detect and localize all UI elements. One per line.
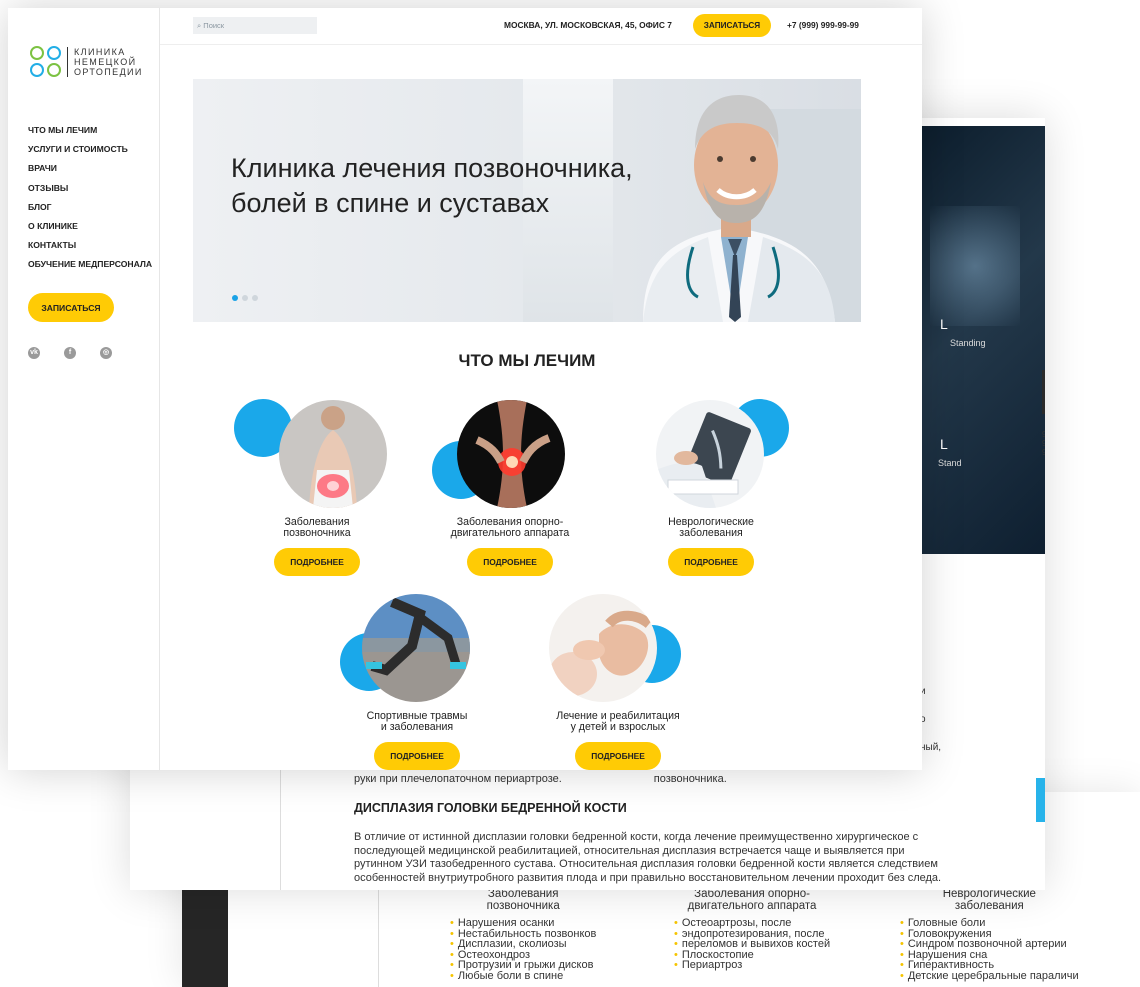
- back-column-title: Заболевания позвоночника: [486, 888, 560, 912]
- card-image: [457, 400, 565, 508]
- card-label: Заболевания позвоночника: [283, 516, 351, 539]
- partial-text: и о ный,: [920, 686, 942, 753]
- list-item: Любые боли в спине: [450, 971, 596, 982]
- blue-circle-decoration: [1036, 778, 1045, 822]
- slider-dot[interactable]: [252, 295, 258, 301]
- card-image: [279, 400, 387, 508]
- list-item: Остеоартрозы, после: [674, 918, 830, 929]
- nav-item-about[interactable]: О КЛИНИКЕ: [28, 217, 152, 236]
- clinic-logo[interactable]: КЛИНИКА НЕМЕЦКОЙ ОРТОПЕДИИ: [30, 46, 143, 77]
- slider-dots: [232, 295, 258, 301]
- vk-icon[interactable]: vk: [28, 347, 40, 359]
- search-input[interactable]: ⌕ Поиск: [193, 17, 317, 34]
- card-neurology: Неврологические заболевания ПОДРОБНЕЕ: [626, 399, 796, 576]
- list-item: Детские церебральные параличи: [900, 971, 1079, 982]
- header-signup-button[interactable]: ЗАПИСАТЬСЯ: [693, 14, 771, 37]
- back-column-title: Заболевания опорно-двигательного аппарат…: [687, 888, 817, 912]
- article-content: руки при плечелопаточном периартрозе. поз…: [354, 773, 954, 885]
- list-item: Головные боли: [900, 918, 1079, 929]
- card-label: Заболевания опорно-двигательного аппарат…: [450, 516, 570, 539]
- card-musculoskeletal: Заболевания опорно-двигательного аппарат…: [425, 399, 595, 576]
- dark-header-bar: [1042, 370, 1045, 414]
- nav-item-what-we-treat[interactable]: ЧТО МЫ ЛЕЧИМ: [28, 121, 152, 140]
- phone-number-partial: 999-99-99: [1042, 430, 1045, 457]
- cut-off-text: руки при плечелопаточном периартрозе. поз…: [354, 773, 727, 785]
- nav-item-staff-training[interactable]: ОБУЧЕНИЕ МЕДПЕРСОНАЛА: [28, 255, 152, 274]
- list-item: Нарушения осанки: [450, 918, 596, 929]
- card-label: Неврологические заболевания: [668, 516, 754, 539]
- back-column-neurology: Неврологическиезаболевания Головные боли…: [900, 888, 1079, 982]
- list-item: Периартроз: [674, 960, 830, 971]
- more-button[interactable]: ПОДРОБНЕЕ: [668, 548, 754, 576]
- card-rehabilitation: Лечение и реабилитация у детей и взрослых…: [533, 593, 703, 770]
- sidebar-signup-button[interactable]: ЗАПИСАТЬСЯ: [28, 293, 114, 322]
- card-spine: Заболевания позвоночника ПОДРОБНЕЕ: [232, 399, 402, 576]
- facebook-icon[interactable]: f: [64, 347, 76, 359]
- back-column-spine: Заболеванияпозвоночника Нарушения осанки…: [450, 888, 597, 982]
- top-bar: ⌕ Поиск МОСКВА, УЛ. МОСКОВСКАЯ, 45, ОФИС…: [160, 8, 922, 45]
- slider-dot[interactable]: [232, 295, 238, 301]
- search-icon: ⌕: [197, 21, 202, 30]
- social-links: vk f ◎: [28, 347, 112, 359]
- doctor-photo: [643, 95, 835, 322]
- card-label: Спортивные травмы и заболевания: [366, 710, 468, 733]
- article-paragraph: В отличие от истинной дисплазии головки …: [354, 831, 942, 884]
- card-sports-injuries: Спортивные травмы и заболевания ПОДРОБНЕЕ: [332, 593, 502, 770]
- back-column-title: Неврологические заболевания: [942, 888, 1036, 912]
- nav-item-reviews[interactable]: ОТЗЫВЫ: [28, 179, 152, 198]
- more-button[interactable]: ПОДРОБНЕЕ: [467, 548, 553, 576]
- card-image: [549, 594, 657, 702]
- nav-item-doctors[interactable]: ВРАЧИ: [28, 159, 152, 178]
- more-button[interactable]: ПОДРОБНЕЕ: [575, 742, 661, 770]
- clinic-address: МОСКВА, УЛ. МОСКОВСКАЯ, 45, ОФИС 7: [504, 20, 672, 30]
- sidebar: КЛИНИКА НЕМЕЦКОЙ ОРТОПЕДИИ ЧТО МЫ ЛЕЧИМ …: [8, 8, 160, 770]
- more-button[interactable]: ПОДРОБНЕЕ: [374, 742, 460, 770]
- more-button[interactable]: ПОДРОБНЕЕ: [274, 548, 360, 576]
- divider: [280, 768, 281, 890]
- phone-number[interactable]: +7 (999) 999-99-99: [787, 20, 859, 30]
- back-column-musculoskeletal: Заболевания опорно-двигательного аппарат…: [674, 888, 830, 971]
- main-page: КЛИНИКА НЕМЕЦКОЙ ОРТОПЕДИИ ЧТО МЫ ЛЕЧИМ …: [8, 8, 922, 770]
- main-navigation: ЧТО МЫ ЛЕЧИМ УСЛУГИ И СТОИМОСТЬ ВРАЧИ ОТ…: [28, 121, 152, 275]
- card-image: [656, 400, 764, 508]
- card-label: Лечение и реабилитация у детей и взрослых: [556, 710, 680, 733]
- logo-icon: [30, 46, 61, 77]
- slider-dot[interactable]: [242, 295, 248, 301]
- hero-slider: Клиника лечения позвоночника, болей в спи…: [193, 79, 861, 322]
- instagram-icon[interactable]: ◎: [100, 347, 112, 359]
- logo-text: КЛИНИКА НЕМЕЦКОЙ ОРТОПЕДИИ: [74, 46, 143, 77]
- nav-item-services[interactable]: УСЛУГИ И СТОИМОСТЬ: [28, 140, 152, 159]
- card-image: [362, 594, 470, 702]
- section-title: ЧТО МЫ ЛЕЧИМ: [458, 351, 596, 370]
- nav-item-contacts[interactable]: КОНТАКТЫ: [28, 236, 152, 255]
- nav-item-blog[interactable]: БЛОГ: [28, 198, 152, 217]
- xray-photo: 99 L Standing L Stand: [910, 126, 1045, 554]
- article-heading: ДИСПЛАЗИЯ ГОЛОВКИ БЕДРЕННОЙ КОСТИ: [354, 801, 627, 815]
